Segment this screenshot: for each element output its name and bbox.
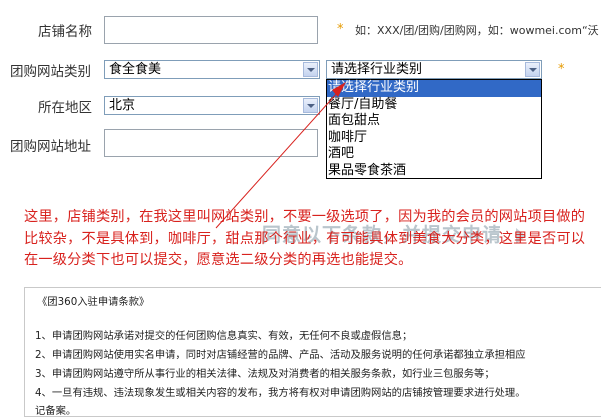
annotation-note: 这里，店铺类别，在我这里叫网站类别，不要一级选项了，因为我的会员的网站项目做的比…	[24, 209, 586, 268]
terms-box[interactable]: 《团360入驻申请条款》 1、申请团购网站承诺对提交的任何团购信息真实、有效，无…	[24, 287, 601, 417]
terms-line: 4、一旦有违规、违法现象发生或相关内容的发布，我方将有权对申请团购网站的店铺按管…	[35, 387, 526, 399]
terms-line: 记备案。	[35, 405, 77, 417]
terms-line: 1、申请团购网站承诺对提交的任何团购信息真实、有效，无任何不良或虚假信息；	[35, 330, 413, 342]
terms-title: 《团360入驻申请条款》	[37, 296, 150, 308]
terms-line: 3、申请团购网站遵守所从事行业的相关法律、法规及对消费者的相关服务条款，如行业三…	[35, 368, 495, 380]
terms-line: 2、申请团购网站使用实名申请，同时对店铺经营的品牌、产品、活动及服务说明的任何承…	[35, 349, 526, 361]
